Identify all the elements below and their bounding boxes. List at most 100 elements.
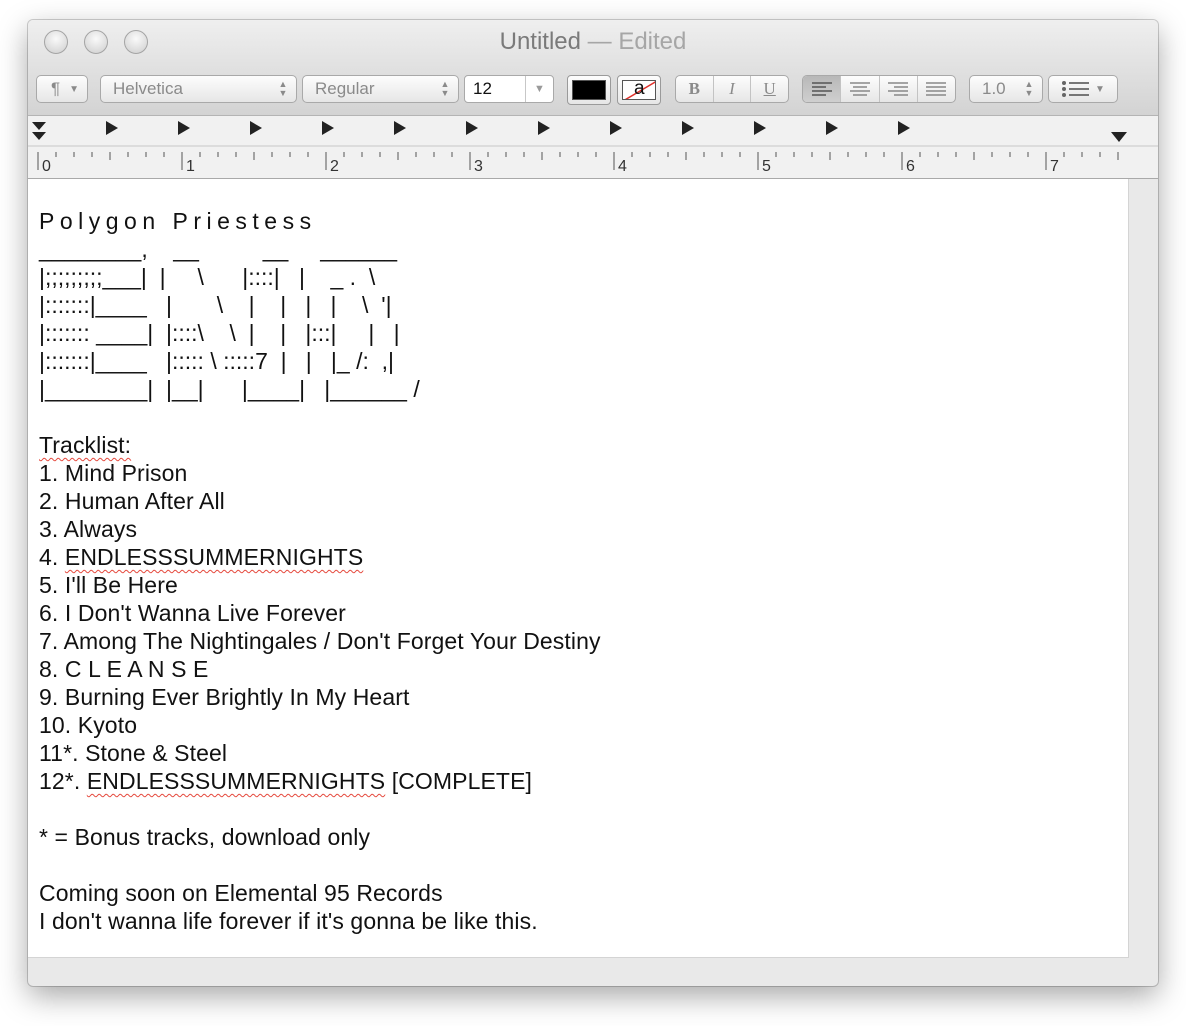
tab-stop-icon <box>682 121 694 135</box>
line-spacing-label: 1.0 <box>982 79 1006 98</box>
first-line-indent-icon <box>32 122 46 130</box>
font-style-popup[interactable]: Regular ▲ ▼ <box>302 75 459 103</box>
font-traits-segmented-control: B I U <box>675 75 789 103</box>
track-number: 6. <box>39 600 65 626</box>
chevron-down-icon[interactable]: ▼ <box>526 76 553 102</box>
ascii-art-line: |::::::: ____| |::::\ \ | | |:::| | | <box>39 320 400 346</box>
track-title: I Don't Wanna Live Forever <box>64 600 346 626</box>
track-title: I'll Be Here <box>64 572 178 598</box>
track-title: Kyoto <box>77 712 138 738</box>
document-text-area[interactable]: Polygon Priestess ________, __ __ ______… <box>28 179 1129 958</box>
track-title: Mind Prison <box>64 460 188 486</box>
font-size-field[interactable]: 12 <box>465 76 526 102</box>
track-number: 1. <box>39 460 65 486</box>
track-number: 11*. <box>39 740 86 766</box>
track-number: 4. <box>39 544 65 570</box>
ruler-number: 2 <box>330 158 339 175</box>
paragraph-icon: ¶ <box>51 79 61 98</box>
justify-icon <box>926 82 947 96</box>
ruler-number: 7 <box>1050 158 1059 175</box>
tab-stop-icon <box>826 121 838 135</box>
title-bar: Untitled — Edited ¶ ▼ Helvetica ▲ ▼ Regul… <box>28 20 1158 116</box>
font-family-popup[interactable]: Helvetica ▲ ▼ <box>100 75 297 103</box>
italic-button[interactable]: I <box>714 76 752 102</box>
track-title: Human After All <box>64 488 225 514</box>
track-line: 5. I'll Be Here <box>39 572 178 598</box>
track-number: 7. <box>39 628 64 654</box>
track-line: 8. C L E A N S E <box>39 656 209 682</box>
text-color-swatch <box>572 80 606 100</box>
ruler-number: 6 <box>906 158 915 175</box>
tab-stop-icon <box>898 121 910 135</box>
chevron-down-icon: ▼ <box>1095 83 1105 95</box>
closing-line: I don't wanna life forever if it's gonna… <box>39 908 538 934</box>
up-down-arrows-icon: ▲ ▼ <box>278 79 288 98</box>
align-center-icon <box>849 82 870 96</box>
track-number: 8. <box>39 656 65 682</box>
ruler[interactable]: 0 1 2 3 4 5 6 7 <box>28 116 1158 179</box>
list-style-popup[interactable]: ▼ <box>1048 75 1118 103</box>
track-title: C L E A N S E <box>64 656 209 682</box>
track-title: Stone & Steel <box>85 740 228 766</box>
paragraph-style-popup[interactable]: ¶ ▼ <box>36 75 88 103</box>
tab-stop-icon <box>106 121 118 135</box>
track-line: 7. Among The Nightingales / Don't Forget… <box>39 628 601 654</box>
document-name: Untitled <box>499 28 581 55</box>
ruler-number: 4 <box>618 158 627 175</box>
background-color-well[interactable]: a <box>617 75 661 105</box>
tab-stop-icon <box>466 121 478 135</box>
edited-indicator: — Edited <box>587 28 687 55</box>
font-family-label: Helvetica <box>113 79 183 98</box>
tab-stop-icon <box>322 121 334 135</box>
align-left-button[interactable] <box>803 76 842 102</box>
justify-button[interactable] <box>918 76 955 102</box>
background-color-swatch: a <box>622 80 656 100</box>
track-line: 3. Always <box>39 516 137 542</box>
tab-stop-icon <box>754 121 766 135</box>
textedit-window: Untitled — Edited ¶ ▼ Helvetica ▲ ▼ Regul… <box>28 20 1158 986</box>
align-center-button[interactable] <box>841 76 880 102</box>
tab-stop-icon <box>178 121 190 135</box>
track-number: 10. <box>39 712 78 738</box>
track-number: 2. <box>39 488 65 514</box>
track-title: ENDLESSSUMMERNIGHTS <box>86 768 386 794</box>
background-label: a <box>634 80 645 99</box>
track-line: 9. Burning Ever Brightly In My Heart <box>39 684 409 710</box>
track-title: ENDLESSSUMMERNIGHTS <box>64 544 364 570</box>
alignment-segmented-control <box>802 75 956 103</box>
track-number: 5. <box>39 572 65 598</box>
track-line: 1. Mind Prison <box>39 460 187 486</box>
track-suffix: [COMPLETE] <box>385 768 533 794</box>
track-line: 2. Human After All <box>39 488 225 514</box>
up-down-arrows-icon: ▲ ▼ <box>1024 79 1034 98</box>
ruler-number: 1 <box>186 158 195 175</box>
tab-stop-icon <box>250 121 262 135</box>
align-left-icon <box>811 82 832 96</box>
track-line: 4. ENDLESSSUMMERNIGHTS <box>39 544 363 570</box>
font-size-combobox[interactable]: 12 ▼ <box>464 75 554 103</box>
ascii-art-line: |;;;;;;;;;___| | \ |::::| | _ . \ <box>39 264 376 290</box>
ascii-art-line: |:::::::|____ |::::: \ :::::7 | | |_ /: … <box>39 348 395 374</box>
underline-button[interactable]: U <box>751 76 788 102</box>
track-number: 3. <box>39 516 64 542</box>
document-body[interactable]: Polygon Priestess ________, __ __ ______… <box>39 207 601 935</box>
line-spacing-popup[interactable]: 1.0 ▲ ▼ <box>969 75 1043 103</box>
text-color-well[interactable] <box>567 75 611 105</box>
align-right-icon <box>888 82 909 96</box>
ascii-art-line: ________, __ __ ______ <box>39 236 398 262</box>
ruler-number: 5 <box>762 158 771 175</box>
align-right-button[interactable] <box>880 76 918 102</box>
tab-stop-icon <box>610 121 622 135</box>
ascii-art-line: |:::::::|____ | \ | | | | \ '| <box>39 292 392 318</box>
left-indent-icon <box>32 132 46 140</box>
right-indent-icon <box>1111 132 1127 142</box>
track-number: 9. <box>39 684 65 710</box>
track-line: 11*. Stone & Steel <box>39 740 227 766</box>
ascii-art-line: |________| |__| |____| |______ / <box>39 376 420 402</box>
track-title: Always <box>63 516 138 542</box>
bold-button[interactable]: B <box>676 76 714 102</box>
ascii-art-logo: ________, __ __ ______ |;;;;;;;;;___| | … <box>39 236 420 402</box>
bulleted-list-icon <box>1062 81 1089 97</box>
bonus-note: * = Bonus tracks, download only <box>39 824 371 850</box>
window-title: Untitled — Edited <box>28 28 1158 56</box>
